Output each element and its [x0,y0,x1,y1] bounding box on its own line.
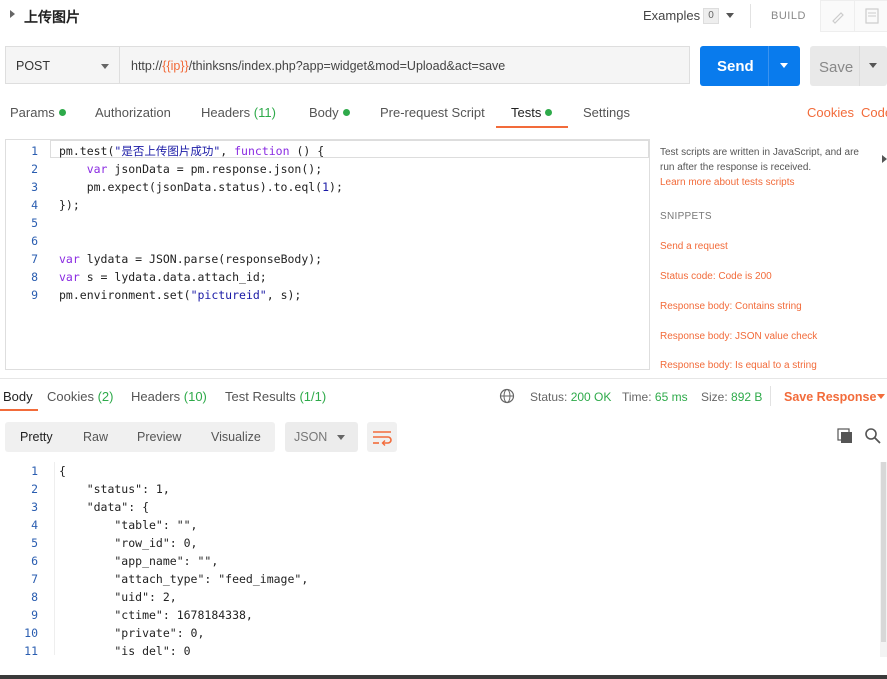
tab-response-headers[interactable]: Headers (10) [131,389,207,404]
code-link[interactable]: Code [861,105,887,120]
response-code[interactable]: { "status": 1, "data": { "table": "", "r… [59,462,308,655]
url-text[interactable]: http://{{ip}}/thinksns/index.php?app=wid… [131,59,505,73]
examples-dropdown[interactable]: Examples [643,8,700,23]
status-dot-icon [342,109,350,116]
view-preview[interactable]: Preview [137,430,181,444]
editor-code[interactable]: pm.test("是否上传图片成功", function () { var js… [59,142,343,304]
snippet-item[interactable]: Send a request [660,241,728,252]
snippet-clip: Response body: Is equal to a string [660,355,880,370]
wrap-lines-button[interactable] [367,422,397,452]
save-options-chevron-icon[interactable] [869,63,877,68]
divider [859,46,860,86]
request-title[interactable]: 上传图片 [24,7,80,27]
status-dot-icon [58,109,66,116]
editor-gutter: 1 2 3 4 5 6 7 8 9 [31,144,38,302]
response-gutter: 1 2 3 4 5 6 7 8 9 10 11 [24,464,38,655]
scrollbar-thumb[interactable] [881,462,886,642]
chevron-down-icon[interactable] [337,435,345,440]
examples-count-badge: 0 [703,8,719,24]
tab-settings[interactable]: Settings [583,105,630,120]
divider [770,386,771,406]
view-pretty[interactable]: Pretty [20,430,53,444]
cookies-link[interactable]: Cookies [807,105,854,120]
snippet-item[interactable]: Response body: JSON value check [660,331,817,342]
pane-divider[interactable] [0,378,887,379]
build-mode-button[interactable]: BUILD [771,10,806,22]
documentation-icon[interactable] [854,0,887,32]
divider [750,4,751,28]
method-label: POST [16,59,51,73]
snippets-heading: SNIPPETS [660,211,712,222]
chevron-down-icon[interactable] [877,394,885,399]
tab-authorization[interactable]: Authorization [95,105,171,120]
status-dot-icon [545,109,553,116]
snippet-item[interactable]: Status code: Code is 200 [660,271,772,282]
collapse-caret-icon[interactable] [10,10,15,18]
tab-response-cookies[interactable]: Cookies (2) [47,389,113,404]
divider [768,46,769,86]
tab-headers[interactable]: Headers (11) [201,105,276,120]
url-variable: {{ip}} [162,59,189,73]
active-tab-indicator [0,409,38,411]
chevron-down-icon[interactable] [726,13,734,18]
chevron-down-icon[interactable] [101,64,109,69]
expand-sidebar-icon[interactable] [882,155,887,163]
snippet-item[interactable]: Response body: Contains string [660,301,802,312]
tab-tests[interactable]: Tests [511,105,553,120]
tests-description: Test scripts are written in JavaScript, … [660,147,859,173]
send-options-chevron-icon[interactable] [780,63,788,68]
active-tab-indicator [496,126,568,128]
save-response-button[interactable]: Save Response [784,390,876,404]
tab-test-results[interactable]: Test Results (1/1) [225,389,326,404]
save-label: Save [819,59,854,76]
time-readout[interactable]: Time: 65 ms [622,390,688,404]
learn-more-link[interactable]: Learn more about tests scripts [660,177,795,188]
search-icon[interactable] [864,427,882,448]
copy-icon[interactable] [836,427,854,448]
status-bar [0,675,887,679]
tab-pre-request-script[interactable]: Pre-request Script [380,105,485,120]
snippet-item[interactable]: Response body: Is equal to a string [660,360,817,370]
size-readout[interactable]: Size: 892 B [701,390,762,404]
edit-icon[interactable] [820,0,856,32]
tab-params[interactable]: Params [10,105,66,120]
globe-icon[interactable] [499,388,515,407]
response-body-viewer[interactable]: 1 2 3 4 5 6 7 8 9 10 11 { "status": 1, "… [0,462,880,655]
wrap-lines-icon [373,431,392,446]
send-label: Send [717,58,754,75]
gutter-divider [54,462,55,655]
view-visualize[interactable]: Visualize [211,430,261,444]
format-label: JSON [294,430,328,444]
view-raw[interactable]: Raw [83,430,108,444]
status-readout[interactable]: Status: 200 OK [530,390,611,404]
tab-body[interactable]: Body [309,105,350,120]
tab-response-body[interactable]: Body [3,389,33,404]
